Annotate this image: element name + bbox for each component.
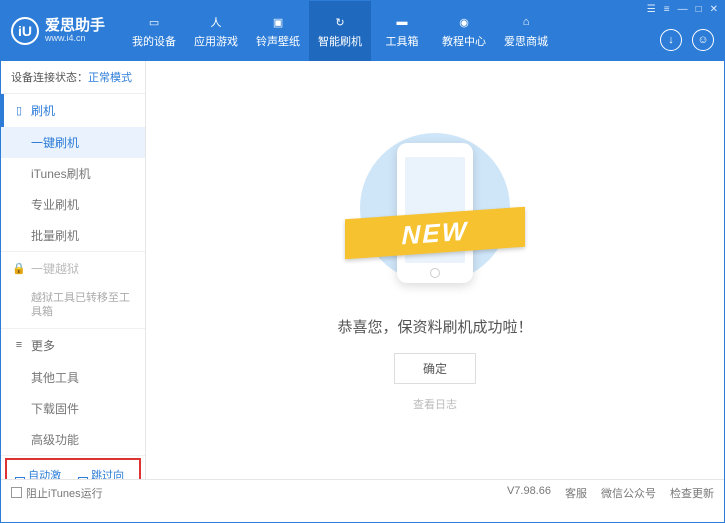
section-jailbreak: 🔒 一键越狱 bbox=[1, 252, 145, 285]
menu-icon[interactable]: ☰ bbox=[647, 4, 656, 15]
nav-apps[interactable]: 人 应用游戏 bbox=[185, 1, 247, 61]
checkbox-label: 阻止iTunes运行 bbox=[26, 485, 103, 501]
app-title: 爱思助手 bbox=[45, 18, 105, 35]
checkbox-label: 自动激活 bbox=[28, 467, 68, 479]
success-message: 恭喜您，保资料刷机成功啦！ bbox=[337, 316, 532, 337]
nav-label: 铃声壁纸 bbox=[256, 33, 300, 49]
nav-label: 我的设备 bbox=[132, 33, 176, 49]
nav-label: 教程中心 bbox=[442, 33, 486, 49]
main-nav: ▭ 我的设备 人 应用游戏 ▣ 铃声壁纸 ↻ 智能刷机 ▬ 工具箱 ◉ 教程中心… bbox=[123, 1, 557, 61]
sidebar-item-batch[interactable]: 批量刷机 bbox=[1, 220, 145, 251]
check-icon: ✓ bbox=[78, 477, 88, 479]
nav-tutorials[interactable]: ◉ 教程中心 bbox=[433, 1, 495, 61]
header-actions: ↓ ☺ bbox=[660, 29, 714, 51]
nav-label: 应用游戏 bbox=[194, 33, 238, 49]
sidebar-item-pro[interactable]: 专业刷机 bbox=[1, 189, 145, 220]
service-link[interactable]: 客服 bbox=[565, 485, 587, 501]
pin-icon[interactable]: ≡ bbox=[664, 4, 670, 15]
app-url: www.i4.cn bbox=[45, 34, 105, 44]
version-label: V7.98.66 bbox=[507, 485, 551, 501]
apps-icon: 人 bbox=[207, 13, 225, 31]
nav-toolbox[interactable]: ▬ 工具箱 bbox=[371, 1, 433, 61]
close-icon[interactable]: ✕ bbox=[710, 4, 718, 15]
section-more[interactable]: ≡ 更多 bbox=[1, 329, 145, 362]
success-illustration: NEW bbox=[335, 128, 535, 298]
window-controls: ☰ ≡ — □ ✕ bbox=[647, 4, 718, 15]
flash-icon: ↻ bbox=[331, 13, 349, 31]
sidebar: 设备连接状态：正常模式 ▯ 刷机 一键刷机 iTunes刷机 专业刷机 批量刷机… bbox=[1, 61, 146, 479]
section-flash[interactable]: ▯ 刷机 bbox=[1, 94, 145, 127]
wallpaper-icon: ▣ bbox=[269, 13, 287, 31]
nav-my-device[interactable]: ▭ 我的设备 bbox=[123, 1, 185, 61]
status-value: 正常模式 bbox=[88, 72, 132, 84]
sidebar-item-download[interactable]: 下载固件 bbox=[1, 393, 145, 424]
lock-icon: 🔒 bbox=[13, 263, 25, 275]
checkbox-icon bbox=[11, 487, 22, 498]
phone-icon: ▯ bbox=[13, 105, 25, 117]
status-label: 设备连接状态： bbox=[11, 72, 88, 84]
logo-icon: iU bbox=[11, 17, 39, 45]
maximize-icon[interactable]: □ bbox=[696, 4, 702, 15]
app-header: iU 爱思助手 www.i4.cn ▭ 我的设备 人 应用游戏 ▣ 铃声壁纸 ↻… bbox=[1, 1, 724, 61]
app-logo: iU 爱思助手 www.i4.cn bbox=[11, 17, 105, 45]
footer: 阻止iTunes运行 V7.98.66 客服 微信公众号 检查更新 bbox=[1, 479, 724, 505]
checkbox-label: 跳过向导 bbox=[91, 467, 131, 479]
section-title: 刷机 bbox=[31, 102, 55, 119]
nav-label: 智能刷机 bbox=[318, 33, 362, 49]
check-icon: ✓ bbox=[15, 477, 25, 479]
user-button[interactable]: ☺ bbox=[692, 29, 714, 51]
nav-label: 爱思商城 bbox=[504, 33, 548, 49]
store-icon: ⌂ bbox=[517, 13, 535, 31]
main-content: NEW 恭喜您，保资料刷机成功啦！ 确定 查看日志 bbox=[146, 61, 724, 479]
checkbox-auto-activate[interactable]: ✓ 自动激活 bbox=[15, 467, 68, 479]
view-log-link[interactable]: 查看日志 bbox=[413, 396, 457, 412]
minimize-icon[interactable]: — bbox=[678, 4, 688, 15]
sidebar-item-oneclick[interactable]: 一键刷机 bbox=[1, 127, 145, 158]
nav-flash[interactable]: ↻ 智能刷机 bbox=[309, 1, 371, 61]
download-button[interactable]: ↓ bbox=[660, 29, 682, 51]
nav-store[interactable]: ⌂ 爱思商城 bbox=[495, 1, 557, 61]
checkbox-block-itunes[interactable]: 阻止iTunes运行 bbox=[11, 485, 103, 501]
connection-status: 设备连接状态：正常模式 bbox=[1, 61, 145, 94]
section-title: 更多 bbox=[31, 337, 55, 354]
nav-ringtones[interactable]: ▣ 铃声壁纸 bbox=[247, 1, 309, 61]
options-row: ✓ 自动激活 ✓ 跳过向导 bbox=[5, 458, 141, 479]
section-title: 一键越狱 bbox=[31, 260, 79, 277]
wechat-link[interactable]: 微信公众号 bbox=[601, 485, 656, 501]
toolbox-icon: ▬ bbox=[393, 13, 411, 31]
checkbox-skip-guide[interactable]: ✓ 跳过向导 bbox=[78, 467, 131, 479]
update-link[interactable]: 检查更新 bbox=[670, 485, 714, 501]
ok-button[interactable]: 确定 bbox=[394, 353, 476, 384]
sidebar-item-other[interactable]: 其他工具 bbox=[1, 362, 145, 393]
sidebar-item-itunes[interactable]: iTunes刷机 bbox=[1, 158, 145, 189]
sidebar-item-advanced[interactable]: 高级功能 bbox=[1, 424, 145, 455]
phone-icon: ▭ bbox=[145, 13, 163, 31]
menu-icon: ≡ bbox=[13, 339, 25, 351]
book-icon: ◉ bbox=[455, 13, 473, 31]
nav-label: 工具箱 bbox=[386, 33, 419, 49]
jailbreak-note: 越狱工具已转移至工具箱 bbox=[1, 285, 145, 328]
